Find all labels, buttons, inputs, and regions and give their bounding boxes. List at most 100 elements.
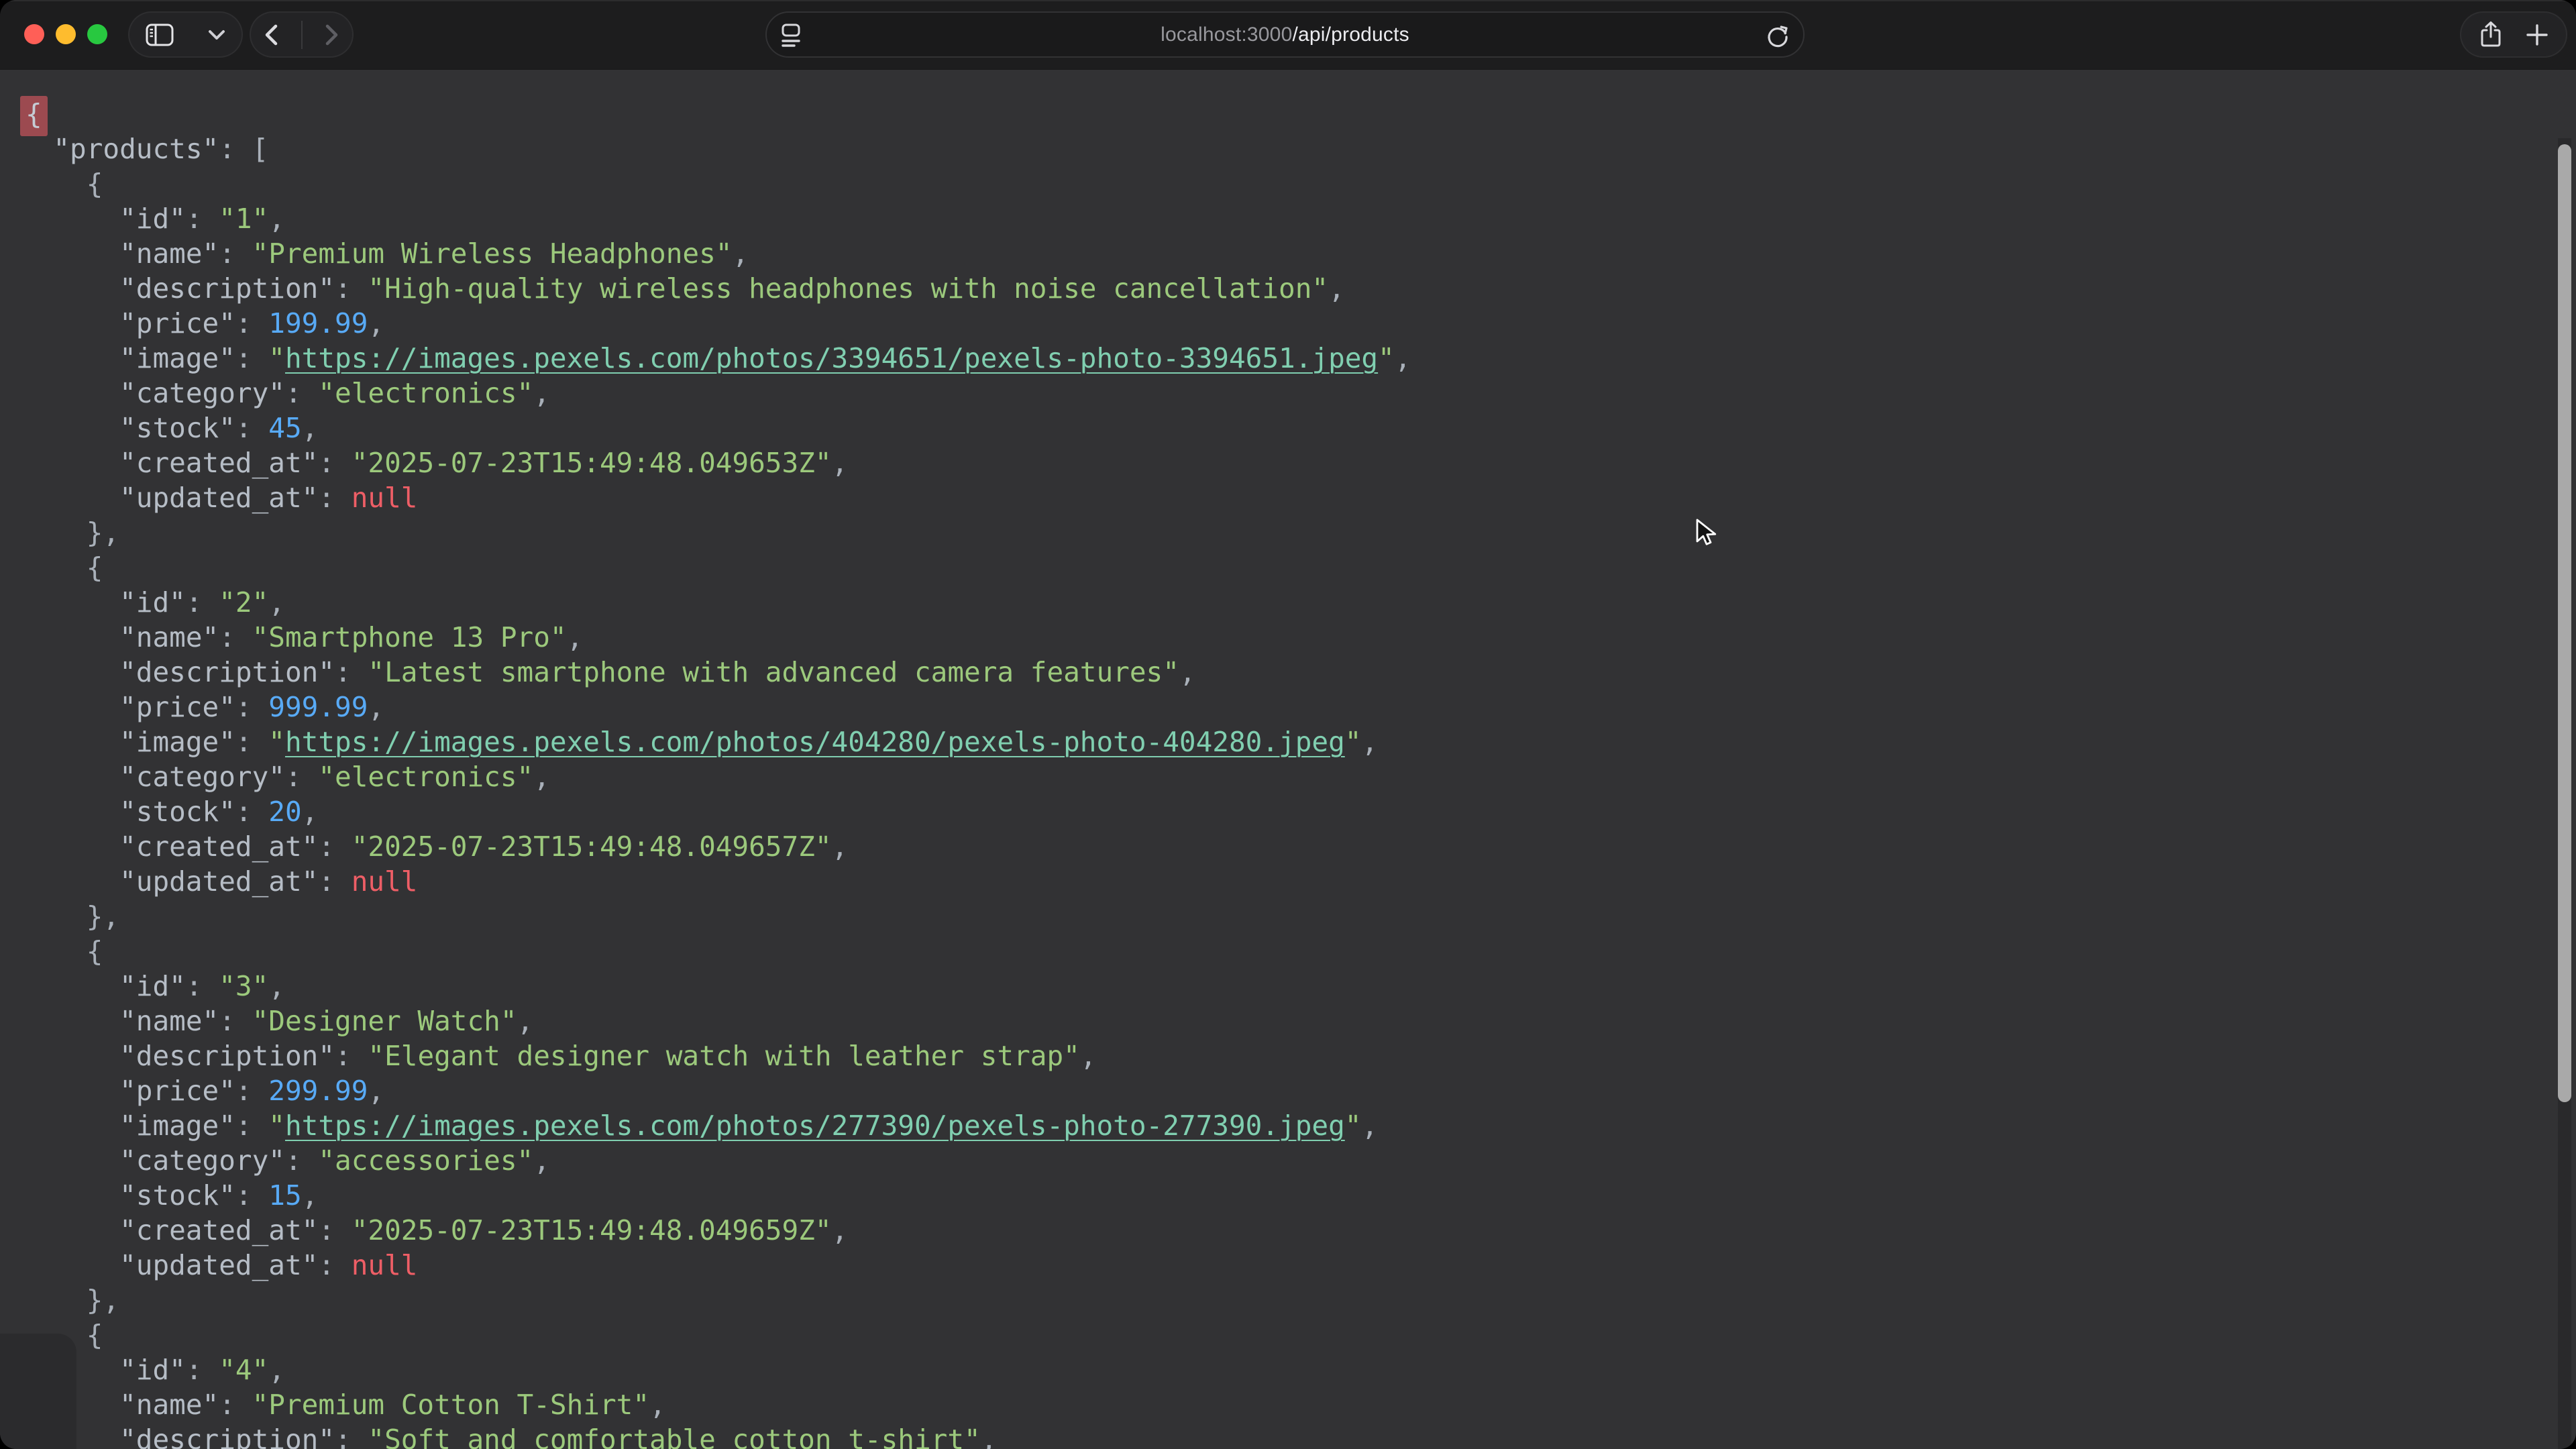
scrollbar-thumb[interactable]	[2558, 144, 2571, 1102]
new-tab-button[interactable]	[2526, 23, 2548, 46]
json-token-p: :	[235, 412, 268, 444]
json-token-key: "name"	[119, 237, 219, 270]
json-token-str: "2025-07-23T15:49:48.049653Z"	[352, 447, 832, 479]
json-token-str: "Premium Wireless Headphones"	[252, 237, 733, 270]
forward-button[interactable]	[324, 23, 340, 46]
json-line: },	[20, 1283, 2576, 1318]
json-line: "description": "Elegant designer watch w…	[20, 1038, 2576, 1073]
indent	[20, 1005, 119, 1037]
json-line: "category": "electronics",	[20, 376, 2576, 411]
indent	[20, 447, 119, 479]
json-token-key: "created_at"	[119, 830, 318, 863]
json-line: },	[20, 515, 2576, 550]
json-token-key: "image"	[119, 342, 235, 374]
json-token-p: ,	[368, 691, 384, 723]
json-line: {	[20, 97, 2576, 131]
product-image-link[interactable]: https://images.pexels.com/photos/404280/…	[285, 726, 1345, 758]
json-token-key: "stock"	[119, 1179, 235, 1212]
json-token-p: },	[87, 517, 119, 549]
json-token-p: ,	[268, 1354, 285, 1386]
json-token-null: null	[352, 865, 418, 898]
json-token-key: "description"	[119, 1040, 335, 1072]
json-line: "image": "https://images.pexels.com/phot…	[20, 724, 2576, 759]
json-token-p: :	[235, 307, 268, 339]
json-token-p: :	[235, 691, 268, 723]
json-token-key: "updated_at"	[119, 482, 318, 514]
json-token-null: null	[352, 1249, 418, 1281]
json-token-str: "	[268, 726, 285, 758]
indent	[20, 865, 119, 898]
json-token-str: "1"	[219, 203, 268, 235]
reload-icon	[1764, 22, 1791, 49]
json-line: "category": "electronics",	[20, 759, 2576, 794]
json-token-str: "Designer Watch"	[252, 1005, 517, 1037]
json-token-hl: {	[20, 96, 48, 136]
url-field[interactable]: localhost:3000/api/products	[765, 11, 1805, 58]
indent	[20, 586, 119, 619]
json-token-p: ,	[567, 621, 584, 653]
json-token-p: ,	[368, 307, 384, 339]
url-path: /api/products	[1292, 23, 1409, 46]
indent	[20, 307, 119, 339]
json-token-str: "2025-07-23T15:49:48.049657Z"	[352, 830, 832, 863]
json-line: "created_at": "2025-07-23T15:49:48.04965…	[20, 829, 2576, 864]
json-token-key: "description"	[119, 272, 335, 305]
json-token-p: :	[219, 1389, 252, 1421]
json-token-p: :	[235, 1179, 268, 1212]
zoom-button[interactable]	[87, 24, 107, 44]
json-token-p: ,	[533, 377, 550, 409]
json-line: "created_at": "2025-07-23T15:49:48.04965…	[20, 1213, 2576, 1248]
indent	[20, 272, 119, 305]
json-line: {	[20, 166, 2576, 201]
product-image-link[interactable]: https://images.pexels.com/photos/3394651…	[285, 342, 1378, 374]
json-token-p: :	[219, 237, 252, 270]
indent	[20, 935, 87, 967]
indent	[20, 1214, 119, 1246]
mouse-cursor	[1692, 518, 1721, 552]
json-token-p: :	[318, 830, 351, 863]
json-token-p: ,	[268, 586, 285, 619]
json-token-p: :	[318, 482, 351, 514]
actions-group	[2460, 11, 2567, 58]
indent	[20, 691, 119, 723]
json-token-p: :	[285, 761, 318, 793]
sidebar-toggle-button[interactable]	[146, 23, 174, 46]
back-button[interactable]	[263, 23, 279, 46]
json-line: "updated_at": null	[20, 1248, 2576, 1283]
minimize-button[interactable]	[56, 24, 76, 44]
indent	[20, 482, 119, 514]
json-token-key: "created_at"	[119, 447, 318, 479]
json-token-str: "electronics"	[318, 761, 533, 793]
json-token-p: :	[318, 1214, 351, 1246]
share-button[interactable]	[2479, 21, 2503, 49]
indent	[20, 551, 87, 584]
json-token-p: ,	[268, 970, 285, 1002]
json-token-key: "price"	[119, 307, 235, 339]
reload-button[interactable]	[1764, 22, 1791, 52]
json-token-key: "category"	[119, 1144, 285, 1177]
json-token-p: :	[235, 342, 268, 374]
indent	[20, 761, 119, 793]
json-token-p: ,	[1179, 656, 1196, 688]
product-image-link[interactable]: https://images.pexels.com/photos/277390/…	[285, 1110, 1345, 1142]
json-token-num: 999.99	[268, 691, 368, 723]
json-token-str: "	[1345, 1110, 1362, 1142]
indent	[20, 1075, 119, 1107]
close-button[interactable]	[24, 24, 44, 44]
json-token-p: ,	[368, 1075, 384, 1107]
json-token-p: :	[335, 1424, 368, 1449]
indent	[20, 970, 119, 1002]
status-bar-overlay	[0, 1334, 76, 1449]
json-token-str: "Elegant designer watch with leather str…	[368, 1040, 1079, 1072]
json-token-key: "id"	[119, 203, 186, 235]
json-token-key: "description"	[119, 1424, 335, 1449]
json-token-p: ,	[268, 203, 285, 235]
json-line: "id": "4",	[20, 1352, 2576, 1387]
json-token-p: },	[87, 1284, 119, 1316]
indent	[20, 412, 119, 444]
json-token-key: "created_at"	[119, 1214, 318, 1246]
sidebar-menu-chevron[interactable]	[208, 30, 225, 40]
json-token-p: :	[219, 1005, 252, 1037]
json-token-p: :	[235, 1075, 268, 1107]
json-line: {	[20, 934, 2576, 969]
